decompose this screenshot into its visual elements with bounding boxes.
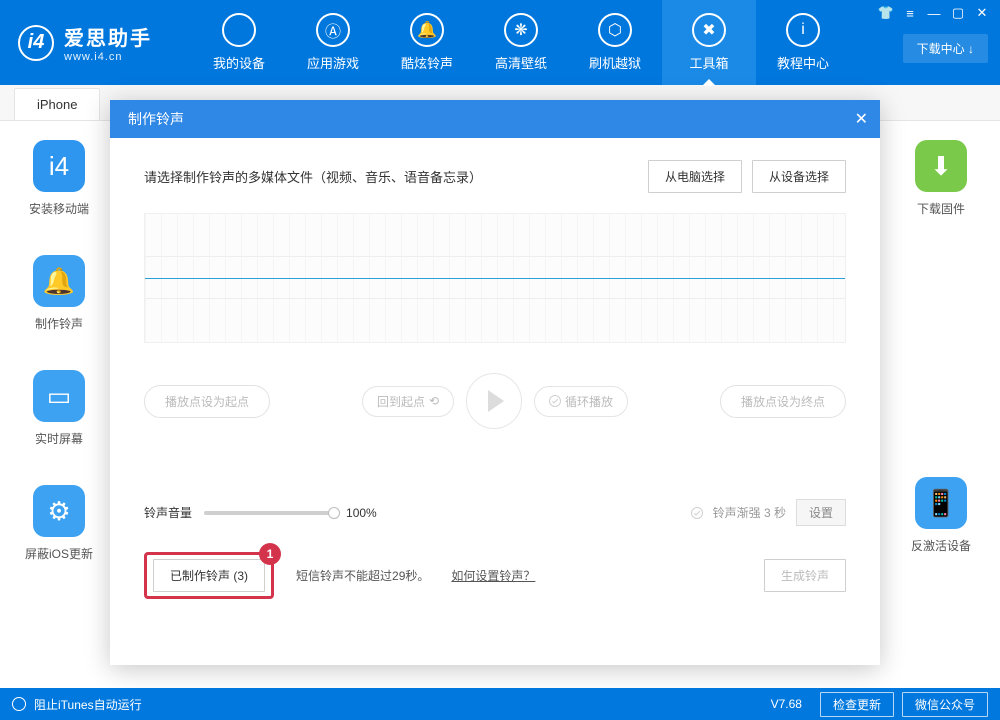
flower-icon: ❋ bbox=[504, 13, 538, 47]
volume-label: 铃声音量 bbox=[144, 504, 192, 521]
choose-from-pc-button[interactable]: 从电脑选择 bbox=[648, 160, 742, 193]
modal-titlebar: 制作铃声 ✕ bbox=[110, 100, 880, 138]
select-file-prompt: 请选择制作铃声的多媒体文件（视频、音乐、语音备忘录） bbox=[144, 167, 482, 186]
ringtone-modal: 制作铃声 ✕ 请选择制作铃声的多媒体文件（视频、音乐、语音备忘录） 从电脑选择 … bbox=[110, 100, 880, 665]
tools-left-column: i4安装移动端 🔔制作铃声 ▭实时屏幕 ⚙屏蔽iOS更新 bbox=[14, 140, 104, 562]
tool-block-ios-update[interactable]: ⚙屏蔽iOS更新 bbox=[25, 485, 93, 562]
bell-plus-icon: 🔔 bbox=[33, 255, 85, 307]
status-bar: 阻止iTunes自动运行 V7.68 检查更新 微信公众号 bbox=[0, 688, 1000, 720]
fade-label: 铃声渐强 3 秒 bbox=[713, 504, 786, 521]
nav-my-device[interactable]: 我的设备 bbox=[192, 0, 286, 85]
phone-icon: 📱 bbox=[915, 477, 967, 529]
i4-icon: i4 bbox=[33, 140, 85, 192]
bell-icon: 🔔 bbox=[410, 13, 444, 47]
menu-icon[interactable]: ≡ bbox=[902, 6, 918, 20]
close-icon[interactable]: ✕ bbox=[974, 6, 990, 20]
play-icon bbox=[488, 390, 504, 412]
tool-make-ringtone[interactable]: 🔔制作铃声 bbox=[33, 255, 85, 332]
how-to-link[interactable]: 如何设置铃声？ bbox=[451, 567, 535, 584]
tool-install-mobile[interactable]: i4安装移动端 bbox=[29, 140, 89, 217]
nav-toolbox[interactable]: ✖工具箱 bbox=[662, 0, 756, 85]
tools-right-column: ⬇下载固件 📱反激活设备 bbox=[896, 140, 986, 554]
generate-ringtone-button[interactable]: 生成铃声 bbox=[764, 559, 846, 592]
circle-icon bbox=[12, 697, 26, 711]
back-to-start-button[interactable]: 回到起点⟲ bbox=[362, 386, 454, 417]
minimize-icon[interactable]: — bbox=[926, 6, 942, 20]
nav-flash[interactable]: ⬡刷机越狱 bbox=[568, 0, 662, 85]
nav-tutorials[interactable]: i教程中心 bbox=[756, 0, 850, 85]
made-ringtones-highlight: 已制作铃声 (3) 1 bbox=[144, 552, 274, 599]
annotation-badge: 1 bbox=[259, 543, 281, 565]
monitor-icon: ▭ bbox=[33, 370, 85, 422]
app-header: i4 爱思助手 www.i4.cn 我的设备 Ⓐ应用游戏 🔔酷炫铃声 ❋高清壁纸… bbox=[0, 0, 1000, 85]
tool-realtime-screen[interactable]: ▭实时屏幕 bbox=[33, 370, 85, 447]
modal-close-button[interactable]: ✕ bbox=[855, 109, 868, 129]
tool-deactivate-device[interactable]: 📱反激活设备 bbox=[911, 477, 971, 554]
volume-value: 100% bbox=[346, 506, 377, 520]
gear-icon: ⚙ bbox=[33, 485, 85, 537]
check-icon bbox=[691, 507, 703, 519]
apple-icon bbox=[222, 13, 256, 47]
window-controls: 👕 ≡ — ▢ ✕ bbox=[878, 6, 990, 20]
check-icon bbox=[549, 395, 561, 407]
box-icon: ⬡ bbox=[598, 13, 632, 47]
apps-icon: Ⓐ bbox=[316, 13, 350, 47]
set-end-button[interactable]: 播放点设为终点 bbox=[720, 385, 846, 418]
waveform-area[interactable] bbox=[144, 213, 846, 343]
brand-url: www.i4.cn bbox=[64, 51, 152, 63]
info-icon: i bbox=[786, 13, 820, 47]
choose-from-device-button[interactable]: 从设备选择 bbox=[752, 160, 846, 193]
nav-apps[interactable]: Ⓐ应用游戏 bbox=[286, 0, 380, 85]
volume-slider[interactable] bbox=[204, 511, 334, 515]
nav-ringtones[interactable]: 🔔酷炫铃声 bbox=[380, 0, 474, 85]
modal-title-text: 制作铃声 bbox=[128, 109, 184, 129]
version-label: V7.68 bbox=[771, 697, 802, 711]
tools-icon: ✖ bbox=[692, 13, 726, 47]
brand-logo: i4 爱思助手 www.i4.cn bbox=[18, 22, 152, 63]
tool-download-firmware[interactable]: ⬇下载固件 bbox=[915, 140, 967, 217]
shirt-icon[interactable]: 👕 bbox=[878, 6, 894, 20]
tab-iphone[interactable]: iPhone bbox=[14, 88, 100, 120]
logo-icon: i4 bbox=[18, 25, 54, 61]
wechat-button[interactable]: 微信公众号 bbox=[902, 692, 988, 717]
check-update-button[interactable]: 检查更新 bbox=[820, 692, 894, 717]
sms-hint: 短信铃声不能超过29秒。 bbox=[296, 567, 429, 584]
rewind-icon: ⟲ bbox=[429, 394, 439, 408]
top-nav: 我的设备 Ⓐ应用游戏 🔔酷炫铃声 ❋高清壁纸 ⬡刷机越狱 ✖工具箱 i教程中心 bbox=[192, 0, 850, 85]
set-start-button[interactable]: 播放点设为起点 bbox=[144, 385, 270, 418]
maximize-icon[interactable]: ▢ bbox=[950, 6, 966, 20]
cube-down-icon: ⬇ bbox=[915, 140, 967, 192]
brand-name: 爱思助手 bbox=[64, 22, 152, 51]
play-button[interactable] bbox=[466, 373, 522, 429]
download-center-button[interactable]: 下载中心 ↓ bbox=[903, 34, 988, 63]
loop-button[interactable]: 循环播放 bbox=[534, 386, 628, 417]
nav-wallpapers[interactable]: ❋高清壁纸 bbox=[474, 0, 568, 85]
made-ringtones-button[interactable]: 已制作铃声 (3) bbox=[153, 559, 265, 592]
fade-settings-button[interactable]: 设置 bbox=[796, 499, 846, 526]
block-itunes-toggle[interactable]: 阻止iTunes自动运行 bbox=[34, 696, 142, 713]
